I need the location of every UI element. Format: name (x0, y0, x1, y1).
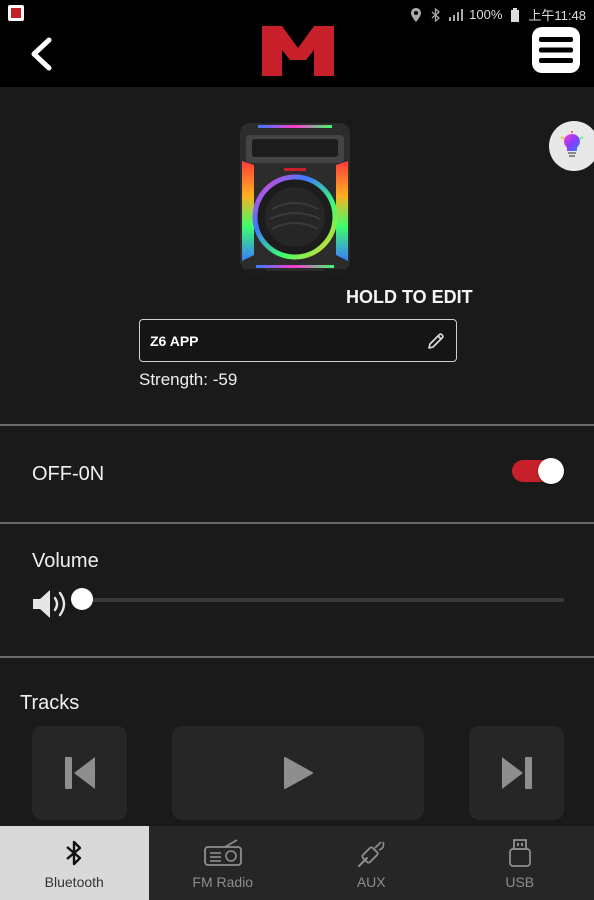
aux-cable-icon (351, 838, 391, 868)
battery-percent: 100% (469, 7, 503, 22)
volume-slider-track[interactable] (82, 598, 564, 602)
volume-icon (33, 590, 66, 618)
power-row: OFF-0N (0, 426, 594, 522)
radio-icon (203, 838, 243, 868)
nav-item-aux[interactable]: AUX (297, 826, 446, 900)
battery-icon (508, 7, 522, 22)
toggle-knob (538, 458, 564, 484)
nav-label: FM Radio (192, 874, 254, 890)
previous-track-button[interactable] (32, 726, 127, 820)
nav-item-usb[interactable]: USB (446, 826, 594, 900)
monster-logo (262, 26, 334, 76)
tracks-row: Tracks (0, 658, 594, 826)
menu-button[interactable] (532, 27, 580, 73)
tracks-label: Tracks (20, 692, 80, 714)
bluetooth-icon (429, 7, 443, 22)
device-panel: HOLD TO EDIT Z6 APP Strength: -59 (0, 87, 594, 425)
nav-item-bluetooth[interactable]: Bluetooth (0, 826, 149, 900)
nav-item-fm-radio[interactable]: FM Radio (149, 826, 298, 900)
next-track-button[interactable] (469, 726, 564, 820)
back-button[interactable] (24, 34, 58, 74)
pencil-icon[interactable] (426, 331, 446, 351)
hamburger-menu-icon (539, 37, 573, 63)
volume-row: Volume (0, 524, 594, 656)
hold-to-edit-hint: HOLD TO EDIT (346, 287, 473, 307)
signal-strength: Strength: -59 (139, 370, 238, 389)
play-icon (284, 757, 313, 789)
status-icons: 100% 上午11:48 (409, 5, 586, 24)
previous-icon (64, 757, 95, 789)
volume-slider-thumb[interactable] (71, 588, 93, 610)
nav-label: USB (505, 874, 535, 890)
chevron-left-icon (31, 37, 52, 71)
nav-label: Bluetooth (44, 874, 104, 890)
app-header (0, 26, 594, 87)
location-icon (409, 7, 423, 22)
power-label: OFF-0N (32, 463, 105, 485)
device-name-field[interactable]: Z6 APP (139, 319, 457, 362)
nav-label: AUX (356, 874, 386, 890)
bottom-nav: Bluetooth FM Radio AUX USB (0, 826, 594, 900)
signal-icon (449, 8, 464, 22)
light-effects-button[interactable] (549, 121, 594, 171)
volume-label: Volume (32, 550, 99, 572)
device-name: Z6 APP (150, 333, 199, 349)
bluetooth-icon (54, 838, 94, 868)
power-toggle[interactable] (512, 458, 564, 484)
play-button[interactable] (172, 726, 424, 820)
status-bar: 100% 上午11:48 (0, 0, 594, 26)
app-notification-icon (8, 5, 24, 21)
speaker-image[interactable] (232, 121, 358, 276)
lightbulb-icon (560, 131, 584, 157)
usb-icon (500, 838, 540, 868)
clock: 上午11:48 (528, 8, 586, 23)
next-icon (501, 757, 532, 789)
